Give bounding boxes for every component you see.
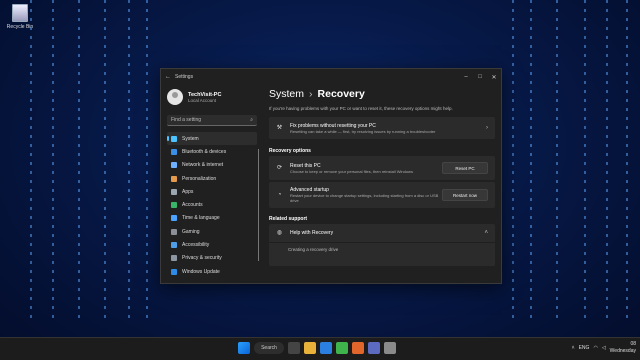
title-bar: ← Settings – □ ✕	[161, 69, 501, 85]
breadcrumb-separator: ›	[309, 88, 313, 100]
sidebar: TechVisit-PC Local Account Find a settin…	[161, 85, 261, 283]
sidebar-scrollbar[interactable]	[258, 149, 259, 261]
breadcrumb-parent[interactable]: System	[269, 88, 304, 100]
system-tray: ˄ ENG ◠ ◁ 08 Wednesday	[572, 341, 636, 355]
fix-problems-card[interactable]: ⚒ Fix problems without resetting your PC…	[269, 117, 495, 139]
recovery-options-heading: Recovery options	[269, 148, 311, 154]
breadcrumb: System › Recovery	[269, 88, 495, 100]
reset-icon: ⟳	[276, 164, 283, 171]
settings-window: ← Settings – □ ✕ TechVisit-PC Local Acco…	[160, 68, 502, 284]
sidebar-item-apps[interactable]: Apps	[167, 185, 257, 198]
sidebar-item-label: Accessibility	[182, 242, 210, 249]
search-input[interactable]: Find a setting ⌕	[167, 115, 257, 126]
recycle-bin-icon	[12, 4, 28, 22]
restart-now-button[interactable]: Restart now	[442, 189, 488, 201]
sidebar-item-accessibility[interactable]: Accessibility	[167, 238, 257, 251]
advanced-startup-desc: Restart your device to change startup se…	[290, 193, 439, 203]
clock-time: 08	[630, 341, 636, 347]
sidebar-item-label: Time & language	[182, 215, 220, 222]
firefox-icon[interactable]	[352, 342, 364, 354]
settings-gear-icon[interactable]	[384, 342, 396, 354]
globe-icon: ◍	[276, 229, 283, 236]
back-arrow-icon[interactable]: ←	[161, 74, 175, 80]
sidebar-item-label: Network & internet	[182, 162, 224, 169]
language-indicator[interactable]: ENG	[579, 345, 590, 351]
reset-pc-button[interactable]: Reset PC	[442, 162, 488, 174]
intro-text: If you're having problems with your PC o…	[269, 106, 453, 111]
sidebar-item-personalization[interactable]: Personalization	[167, 172, 257, 185]
maximize-button[interactable]: □	[473, 74, 487, 81]
nav-item-icon	[171, 148, 177, 155]
avatar	[167, 89, 183, 105]
reset-pc-card: ⟳ Reset this PC Choose to keep or remove…	[269, 156, 495, 180]
help-with-recovery-title: Help with Recovery	[290, 230, 334, 236]
sidebar-item-label: Bluetooth & devices	[182, 148, 227, 155]
volume-icon[interactable]: ◁	[602, 345, 606, 351]
clock[interactable]: 08 Wednesday	[610, 341, 636, 355]
recovery-drive-link[interactable]: Creating a recovery drive	[269, 243, 495, 252]
wifi-icon[interactable]: ◠	[593, 345, 597, 351]
clock-day: Wednesday	[609, 348, 636, 354]
edge-icon[interactable]	[320, 342, 332, 354]
sidebar-item-label: Privacy & security	[182, 255, 222, 262]
page-title: Recovery	[317, 88, 365, 100]
advanced-startup-icon: ◔	[277, 191, 282, 198]
file-explorer-icon[interactable]	[304, 342, 316, 354]
taskbar-search[interactable]: Search	[254, 342, 284, 354]
user-profile[interactable]: TechVisit-PC Local Account	[161, 85, 261, 109]
sidebar-item-label: Apps	[182, 188, 194, 195]
sidebar-item-windows-update[interactable]: Windows Update	[167, 265, 257, 278]
taskbar: Search ˄ ENG ◠ ◁ 08 Wednesday	[0, 337, 640, 360]
start-icon[interactable]	[238, 342, 250, 354]
store-icon[interactable]	[368, 342, 380, 354]
sidebar-item-label: Gaming	[182, 228, 200, 235]
recycle-bin-desktop-icon[interactable]: Recycle Bin	[4, 4, 36, 30]
chevron-right-icon: ›	[486, 125, 488, 131]
chevron-up-icon: ˄	[484, 230, 488, 236]
nav-item-icon	[171, 135, 177, 142]
sidebar-item-privacy-security[interactable]: Privacy & security	[167, 252, 257, 265]
wrench-icon: ⚒	[276, 124, 283, 131]
search-icon: ⌕	[250, 117, 253, 123]
main-content: System › Recovery If you're having probl…	[269, 85, 495, 283]
reset-pc-desc: Choose to keep or remove your personal f…	[290, 168, 413, 174]
nav-item-icon	[171, 228, 177, 235]
recycle-bin-label: Recycle Bin	[6, 24, 34, 30]
sidebar-item-network-internet[interactable]: Network & internet	[167, 159, 257, 172]
close-button[interactable]: ✕	[487, 74, 501, 81]
taskbar-search-label: Search	[261, 345, 277, 351]
sidebar-item-gaming[interactable]: Gaming	[167, 225, 257, 238]
nav-item-icon	[171, 242, 177, 249]
advanced-startup-card: ◔ Advanced startup Restart your device t…	[269, 182, 495, 208]
nav-item-icon	[171, 202, 177, 209]
taskbar-apps: Search	[238, 342, 396, 354]
help-with-recovery-header[interactable]: ◍ Help with Recovery ˄	[269, 224, 495, 242]
nav-item-icon	[171, 268, 177, 275]
sidebar-item-label: Personalization	[182, 175, 217, 182]
task-view-icon[interactable]	[288, 342, 300, 354]
nav-item-icon	[171, 162, 177, 169]
related-support-heading: Related support	[269, 216, 308, 222]
nav-item-icon	[171, 188, 177, 195]
fix-problems-desc: Resetting can take a while — first, try …	[290, 128, 436, 134]
sidebar-item-time-language[interactable]: Time & language	[167, 212, 257, 225]
profile-account-type: Local Account	[188, 97, 217, 103]
sidebar-item-label: Accounts	[182, 202, 203, 209]
sidebar-item-label: System	[182, 135, 199, 142]
search-placeholder: Find a setting	[171, 117, 202, 123]
chrome-icon[interactable]	[336, 342, 348, 354]
sidebar-item-bluetooth-devices[interactable]: Bluetooth & devices	[167, 145, 257, 158]
window-title: Settings	[175, 74, 194, 80]
nav-item-icon	[171, 255, 177, 262]
help-with-recovery-panel: ◍ Help with Recovery ˄ Creating a recove…	[269, 224, 495, 266]
minimize-button[interactable]: –	[459, 74, 473, 81]
sidebar-item-label: Windows Update	[182, 268, 220, 275]
nav-item-icon	[171, 175, 177, 182]
tray-chevron-icon[interactable]: ˄	[572, 345, 575, 351]
nav-item-icon	[171, 215, 177, 222]
nav-list: System Bluetooth & devices Network & inter…	[161, 132, 261, 278]
sidebar-item-system[interactable]: System	[167, 132, 257, 146]
profile-name: TechVisit-PC	[188, 91, 222, 98]
sidebar-item-accounts[interactable]: Accounts	[167, 198, 257, 211]
